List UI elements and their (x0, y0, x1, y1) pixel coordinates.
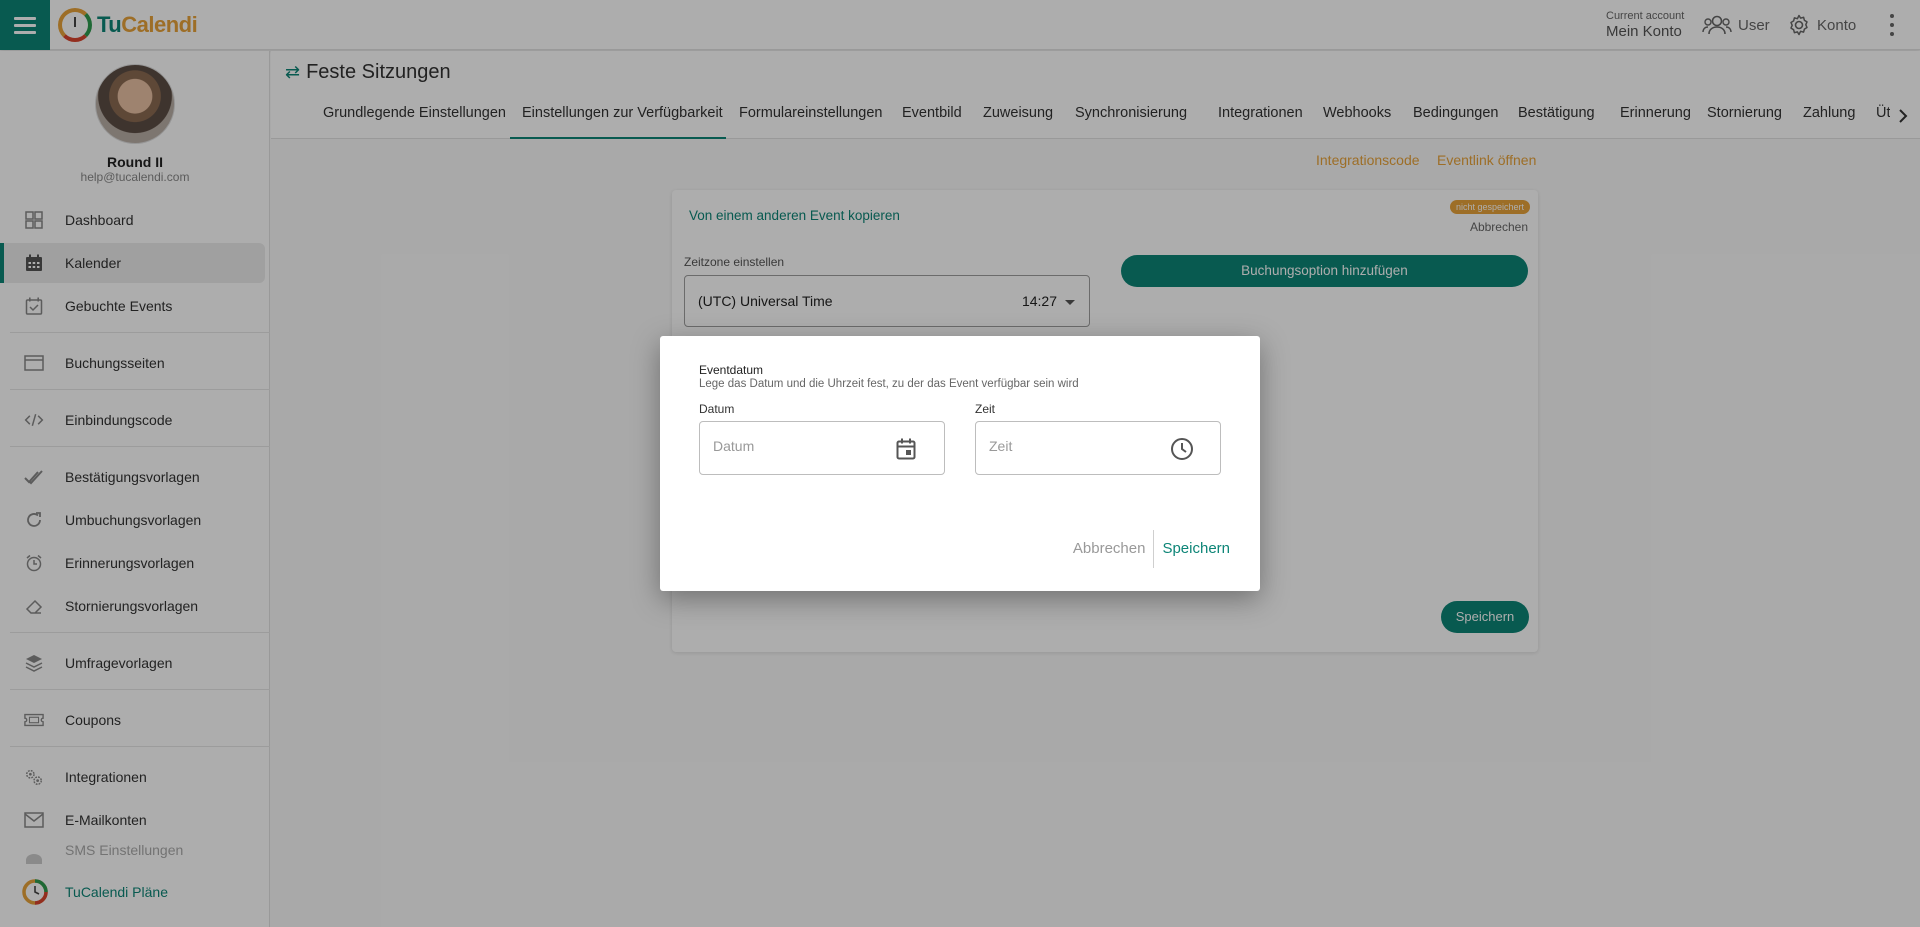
time-label: Zeit (975, 402, 996, 416)
date-input[interactable] (713, 438, 883, 454)
clock-icon[interactable] (1170, 437, 1194, 461)
dialog-title: Eventdatum (699, 363, 764, 377)
dialog-actions: Abbrechen Speichern (1065, 530, 1230, 568)
date-field[interactable] (699, 421, 945, 475)
date-label: Datum (699, 402, 735, 416)
dialog-save-button[interactable]: Speichern (1154, 530, 1230, 568)
time-input[interactable] (989, 438, 1159, 454)
time-field[interactable] (975, 421, 1221, 475)
dialog-subtitle: Lege das Datum und die Uhrzeit fest, zu … (699, 378, 1079, 390)
calendar-icon[interactable] (894, 437, 918, 461)
dialog-cancel-button[interactable]: Abbrechen (1065, 530, 1154, 568)
event-date-dialog: Eventdatum Lege das Datum und die Uhrzei… (660, 336, 1260, 591)
